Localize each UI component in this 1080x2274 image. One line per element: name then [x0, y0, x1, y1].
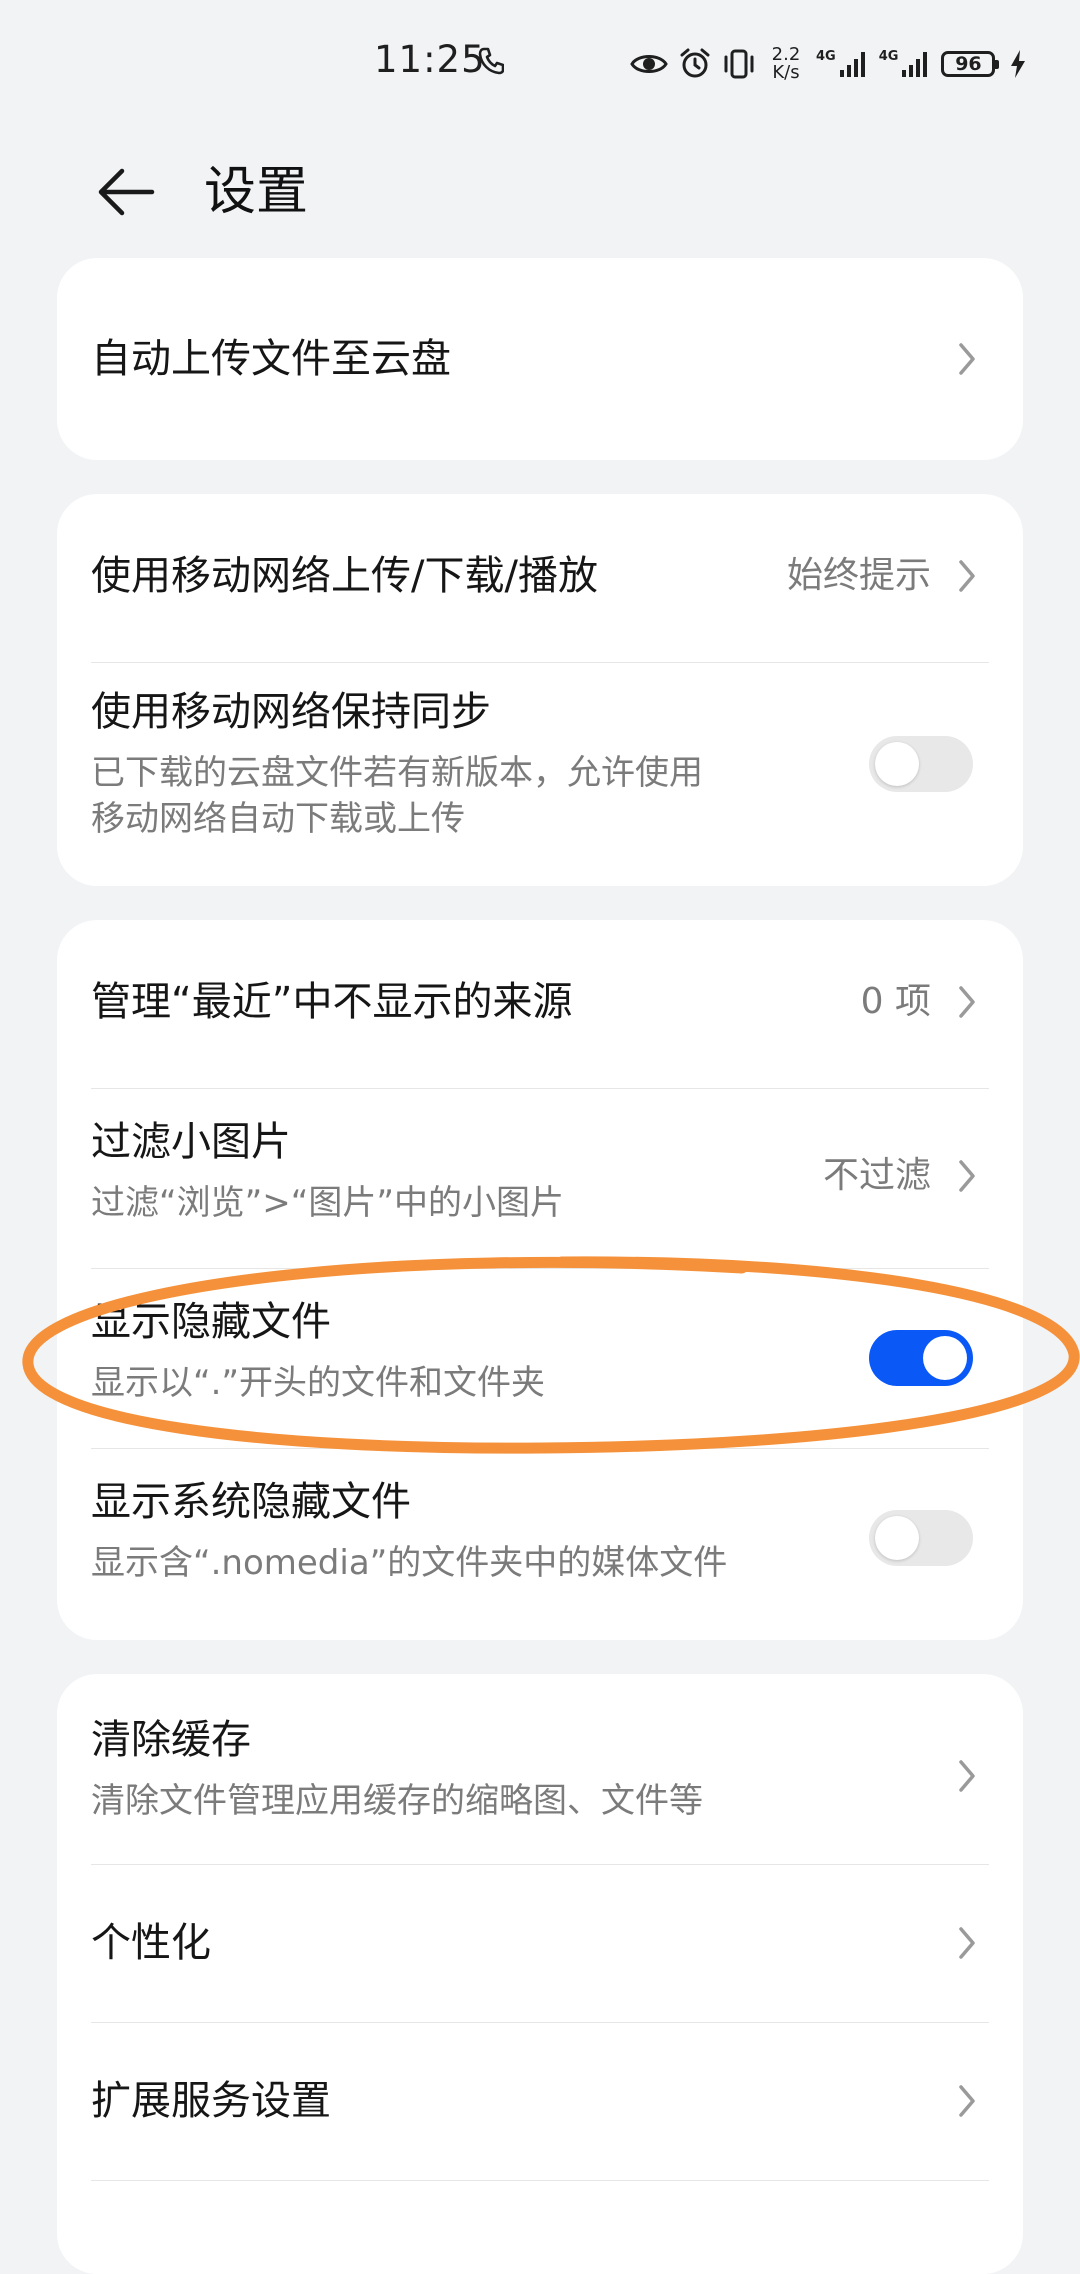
settings-card-mobile-network: 使用移动网络上传/下载/播放 始终提示 使用移动网络保持同步 已下载的云盘文件若… [57, 494, 1023, 886]
back-arrow-icon [98, 168, 155, 216]
chevron-right-icon [959, 1160, 975, 1192]
setting-auto-upload[interactable]: 自动上传文件至云盘 [91, 258, 989, 460]
setting-mobile-network-transfer[interactable]: 使用移动网络上传/下载/播放 始终提示 [91, 494, 989, 662]
eye-comfort-icon [630, 55, 668, 73]
network-speed-unit: K/s [772, 62, 800, 83]
alarm-icon [680, 48, 710, 78]
status-bar: 11:25 2.2 K/s 4G 4G 96 [0, 0, 1080, 128]
setting-title: 清除缓存 [91, 1717, 251, 1763]
setting-title: 自动上传文件至云盘 [91, 336, 451, 382]
settings-card-misc: 清除缓存 清除文件管理应用缓存的缩略图、文件等 个性化 扩展服务设置 [57, 1674, 1023, 2274]
toggle-knob [875, 742, 919, 786]
setting-subtitle: 显示含“.nomedia”的文件夹中的媒体文件 [91, 1543, 728, 1583]
setting-value: 不过滤 [822, 1155, 931, 1196]
setting-clear-cache[interactable]: 清除缓存 清除文件管理应用缓存的缩略图、文件等 [91, 1674, 989, 1864]
sim2-network-type: 4G [878, 49, 899, 64]
status-time: 11:25 [374, 38, 486, 81]
setting-show-hidden-files[interactable]: 显示隐藏文件 显示以“.”开头的文件和文件夹 [91, 1268, 989, 1448]
network-speed: 2.2 K/s [766, 46, 806, 82]
show-system-hidden-files-toggle[interactable] [869, 1510, 973, 1566]
charging-bolt-icon [1011, 50, 1026, 78]
chevron-right-icon [959, 1760, 975, 1792]
setting-subtitle: 过滤“浏览”>“图片”中的小图片 [91, 1183, 564, 1223]
setting-title: 管理“最近”中不显示的来源 [91, 979, 573, 1025]
setting-subtitle: 移动网络自动下载或上传 [91, 799, 465, 839]
setting-title: 扩展服务设置 [91, 2078, 331, 2124]
chevron-right-icon [959, 2085, 975, 2117]
settings-card-display: 管理“最近”中不显示的来源 0 项 过滤小图片 过滤“浏览”>“图片”中的小图片… [57, 920, 1023, 1640]
setting-title: 显示隐藏文件 [91, 1299, 331, 1345]
signal-strength-icon [839, 52, 865, 77]
chevron-right-icon [959, 1927, 975, 1959]
sim1-signal: 4G [816, 50, 869, 78]
sim2-signal: 4G [879, 50, 932, 78]
setting-title: 过滤小图片 [91, 1119, 291, 1165]
setting-filter-small-images[interactable]: 过滤小图片 过滤“浏览”>“图片”中的小图片 不过滤 [91, 1088, 989, 1268]
battery-level: 96 [941, 51, 1000, 77]
chevron-right-icon [959, 560, 975, 592]
setting-title: 个性化 [91, 1920, 211, 1966]
setting-value: 0 项 [860, 981, 931, 1022]
sim1-network-type: 4G [816, 49, 836, 64]
page-title: 设置 [204, 162, 309, 222]
chevron-right-icon [959, 986, 975, 1018]
setting-mobile-network-sync[interactable]: 使用移动网络保持同步 已下载的云盘文件若有新版本，允许使用 移动网络自动下载或上… [91, 662, 989, 886]
toggle-knob [875, 1516, 919, 1560]
vibrate-icon [724, 49, 754, 79]
app-header: 设置 [0, 128, 1080, 256]
setting-extension-services[interactable]: 扩展服务设置 [91, 2022, 989, 2180]
setting-show-system-hidden-files[interactable]: 显示系统隐藏文件 显示含“.nomedia”的文件夹中的媒体文件 [91, 1448, 989, 1640]
setting-subtitle: 清除文件管理应用缓存的缩略图、文件等 [91, 1781, 703, 1821]
setting-recent-sources[interactable]: 管理“最近”中不显示的来源 0 项 [91, 920, 989, 1088]
back-button[interactable] [90, 156, 162, 228]
setting-personalization[interactable]: 个性化 [91, 1864, 989, 2022]
toggle-knob [923, 1336, 967, 1380]
setting-subtitle: 显示以“.”开头的文件和文件夹 [91, 1363, 546, 1403]
signal-strength-icon [902, 52, 928, 77]
divider [91, 2180, 989, 2181]
show-hidden-files-toggle[interactable] [869, 1330, 973, 1386]
mobile-sync-toggle[interactable] [869, 736, 973, 792]
status-icons: 2.2 K/s 4G 4G 96 [630, 42, 1027, 86]
settings-card-cloud: 自动上传文件至云盘 [57, 258, 1023, 460]
setting-value: 始终提示 [786, 555, 931, 596]
chevron-right-icon [959, 343, 975, 375]
setting-subtitle: 已下载的云盘文件若有新版本，允许使用 [91, 753, 703, 793]
phone-call-icon [478, 47, 504, 75]
setting-title: 使用移动网络上传/下载/播放 [91, 553, 598, 599]
setting-title: 显示系统隐藏文件 [91, 1479, 411, 1525]
setting-title: 使用移动网络保持同步 [91, 689, 491, 735]
